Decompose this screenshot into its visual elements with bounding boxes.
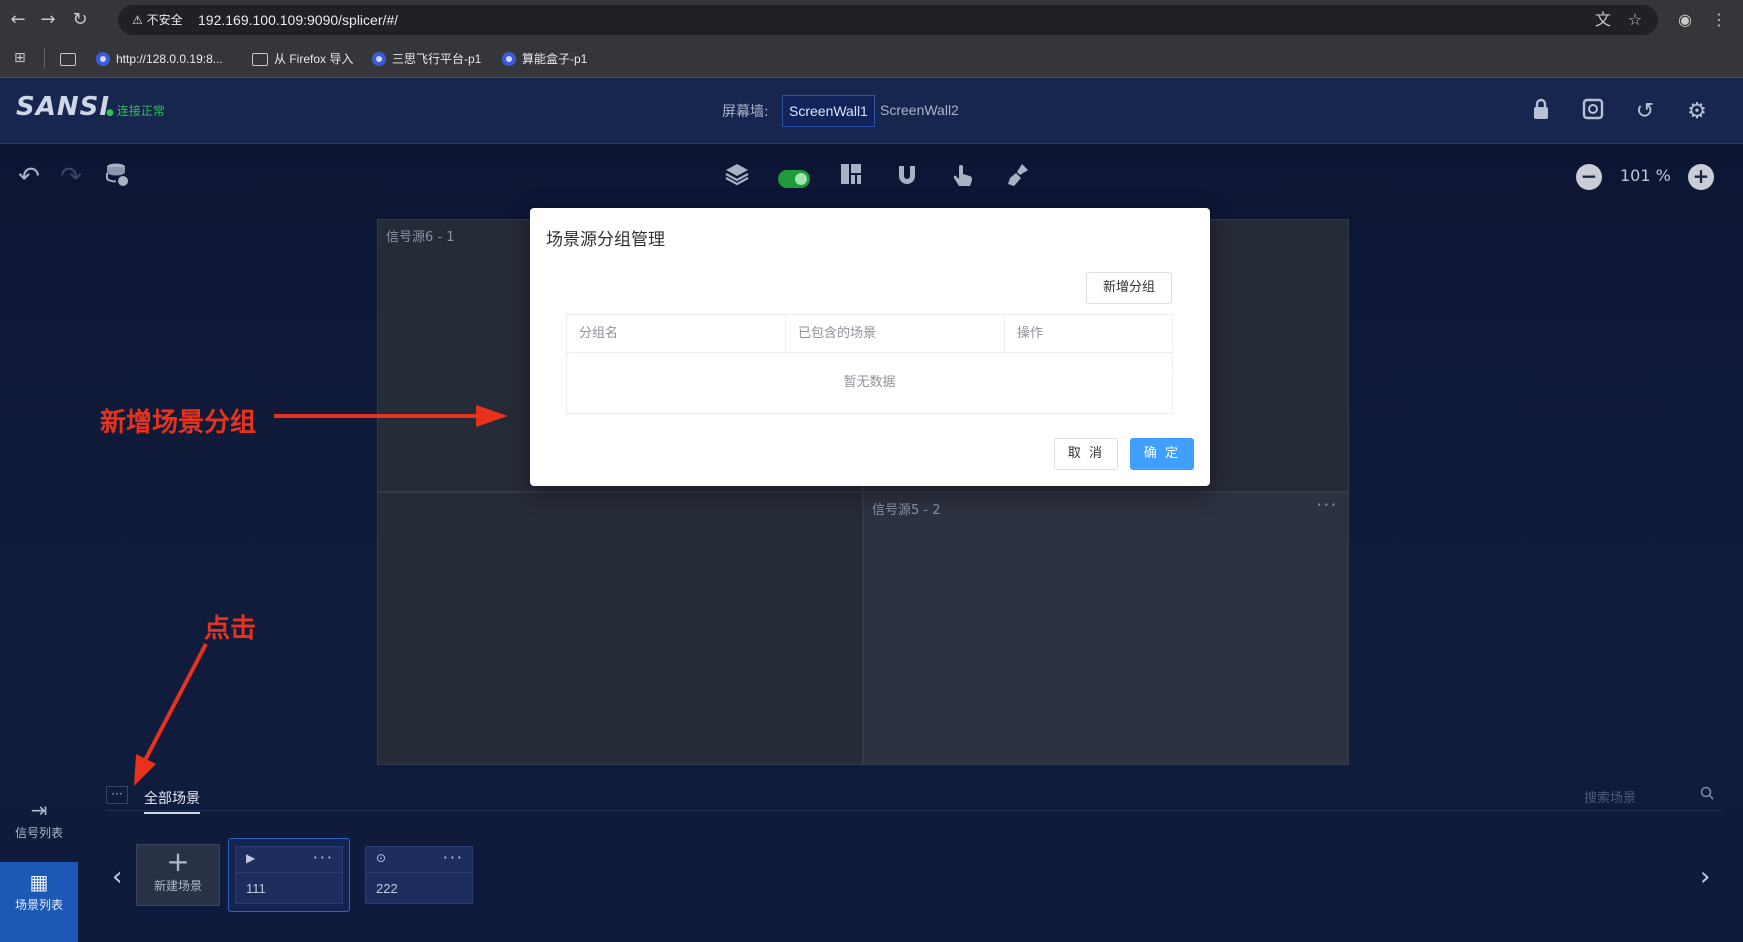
scene-more-icon[interactable]: ··· [443,848,464,867]
settings-gear-icon[interactable]: ⚙ [1682,98,1712,126]
zoom-out-button[interactable]: − [1576,164,1602,190]
empty-state-text: 暂无数据 [843,375,896,390]
annotation-arrow-right [274,405,508,427]
signal-cell[interactable] [377,492,863,765]
security-warning[interactable]: ⚠ 不安全 [126,11,189,29]
bookmark-star-icon[interactable]: ☆ [1624,9,1646,31]
screen-wall-tab-1[interactable]: ScreenWall1 [782,95,875,127]
new-scene-button[interactable]: + 新建场景 [136,844,220,906]
screen-wall-label: 屏幕墙: [722,104,769,120]
layout-grid-icon[interactable] [836,162,866,192]
reload-icon[interactable]: ↻ [68,8,92,32]
play-icon[interactable]: ▶ [246,851,255,865]
bookmark-folder[interactable] [60,48,76,70]
signal-list-icon: ⇥ [30,798,48,822]
display-toggle[interactable] [778,170,810,188]
forward-icon[interactable]: → [36,8,60,32]
plus-icon: + [166,845,190,878]
record-icon[interactable]: ⊙ [376,851,386,865]
profile-icon[interactable]: ◉ [1674,9,1696,31]
logo: SANSI [16,92,111,122]
scene-card[interactable]: ▶ ··· 111 [235,846,343,904]
url-text: 192.169.100.109:9090/splicer/#/ [198,12,399,28]
lock-icon[interactable] [1526,98,1556,126]
back-icon[interactable]: ← [6,8,30,32]
scene-list-icon: ▦ [29,870,49,894]
folder-icon [252,52,268,66]
bookmark-item[interactable]: 三思飞行平台-p1 [372,48,481,70]
new-scene-label: 新建场景 [153,879,202,893]
apps-grid-icon[interactable]: ⊞ [14,50,26,66]
scroll-left-icon[interactable]: ‹ [112,862,122,892]
annotation-add-scene-group: 新增场景分组 [100,408,257,438]
scroll-right-icon[interactable]: › [1700,862,1710,892]
dialog-title: 场景源分组管理 [546,230,665,250]
touch-hand-icon[interactable] [948,162,978,192]
add-group-button[interactable]: 新增分组 [1086,272,1172,304]
bookmark-label: 从 Firefox 导入 [274,52,354,66]
cell-title: 信号源6 - 1 [386,230,455,245]
bookmark-item[interactable]: http://128.0.0.19:8... [96,48,223,70]
confirm-button[interactable]: 确 定 [1130,438,1194,470]
bookmark-item[interactable]: 从 Firefox 导入 [252,48,353,70]
scene-card[interactable]: ⊙ ··· 222 [365,846,473,904]
security-label: 不安全 [146,13,183,27]
bookmark-label: 算能盒子-p1 [522,52,588,66]
connection-status: 连接正常 [106,102,165,119]
translate-icon[interactable]: 文 [1592,9,1614,31]
zoom-level: 101 % [1620,166,1671,185]
refresh-icon[interactable]: ↺ [1630,98,1660,126]
signal-cell[interactable]: 信号源5 - 2 ··· [863,492,1349,765]
scene-name: 111 [246,881,266,896]
signal-list-nav[interactable]: ⇥ 信号列表 [0,790,78,862]
scene-card-bar: ▶ ··· [236,847,342,873]
cell-more-icon[interactable]: ··· [1317,495,1338,514]
scene-card-bar: ⊙ ··· [366,847,472,873]
magnet-icon[interactable] [892,162,922,192]
scene-name: 222 [376,881,398,896]
undo-icon[interactable]: ↶ [14,162,44,192]
scene-list-nav[interactable]: ▦ 场景列表 [0,862,78,942]
column-header-actions: 操作 [1005,315,1172,353]
cancel-button[interactable]: 取 消 [1054,438,1118,470]
nav-label: 场景列表 [14,898,63,912]
search-icon[interactable] [1700,786,1714,804]
site-icon [502,52,516,66]
group-more-button[interactable]: ··· [106,786,128,804]
zoom-in-button[interactable]: + [1688,164,1714,190]
column-header-group-name: 分组名 [567,315,786,353]
layers-icon[interactable] [722,162,752,192]
bookmark-label: 三思飞行平台-p1 [392,52,482,66]
browser-menu-icon[interactable]: ⋮ [1708,9,1730,31]
group-table: 分组名 已包含的场景 操作 暂无数据 [566,314,1173,414]
site-icon [372,52,386,66]
screen-wall-tab-2[interactable]: ScreenWall2 [874,95,965,125]
column-header-scenes: 已包含的场景 [786,315,1005,353]
screen-sync-icon[interactable] [1578,98,1608,126]
address-bar[interactable]: ⚠ 不安全 192.169.100.109:9090/splicer/#/ [118,5,1658,35]
bookmark-label: http://128.0.0.19:8... [116,52,223,66]
folder-icon [60,52,76,66]
group-management-dialog: 场景源分组管理 新增分组 分组名 已包含的场景 操作 暂无数据 取 消 确 定 [530,208,1210,486]
search-scene-input[interactable]: 搜索场景 [1584,787,1636,806]
cell-title: 信号源5 - 2 [872,503,941,518]
scene-more-icon[interactable]: ··· [313,848,334,867]
annotation-arrow-down [134,643,208,786]
bookmark-item[interactable]: 算能盒子-p1 [502,48,587,70]
nav-label: 信号列表 [14,826,63,840]
redo-icon[interactable]: ↷ [56,162,86,192]
clear-broom-icon[interactable] [1004,162,1034,192]
tab-divider [106,810,1722,811]
bookmark-divider [44,48,45,68]
database-icon[interactable] [102,162,132,192]
site-icon [96,52,110,66]
